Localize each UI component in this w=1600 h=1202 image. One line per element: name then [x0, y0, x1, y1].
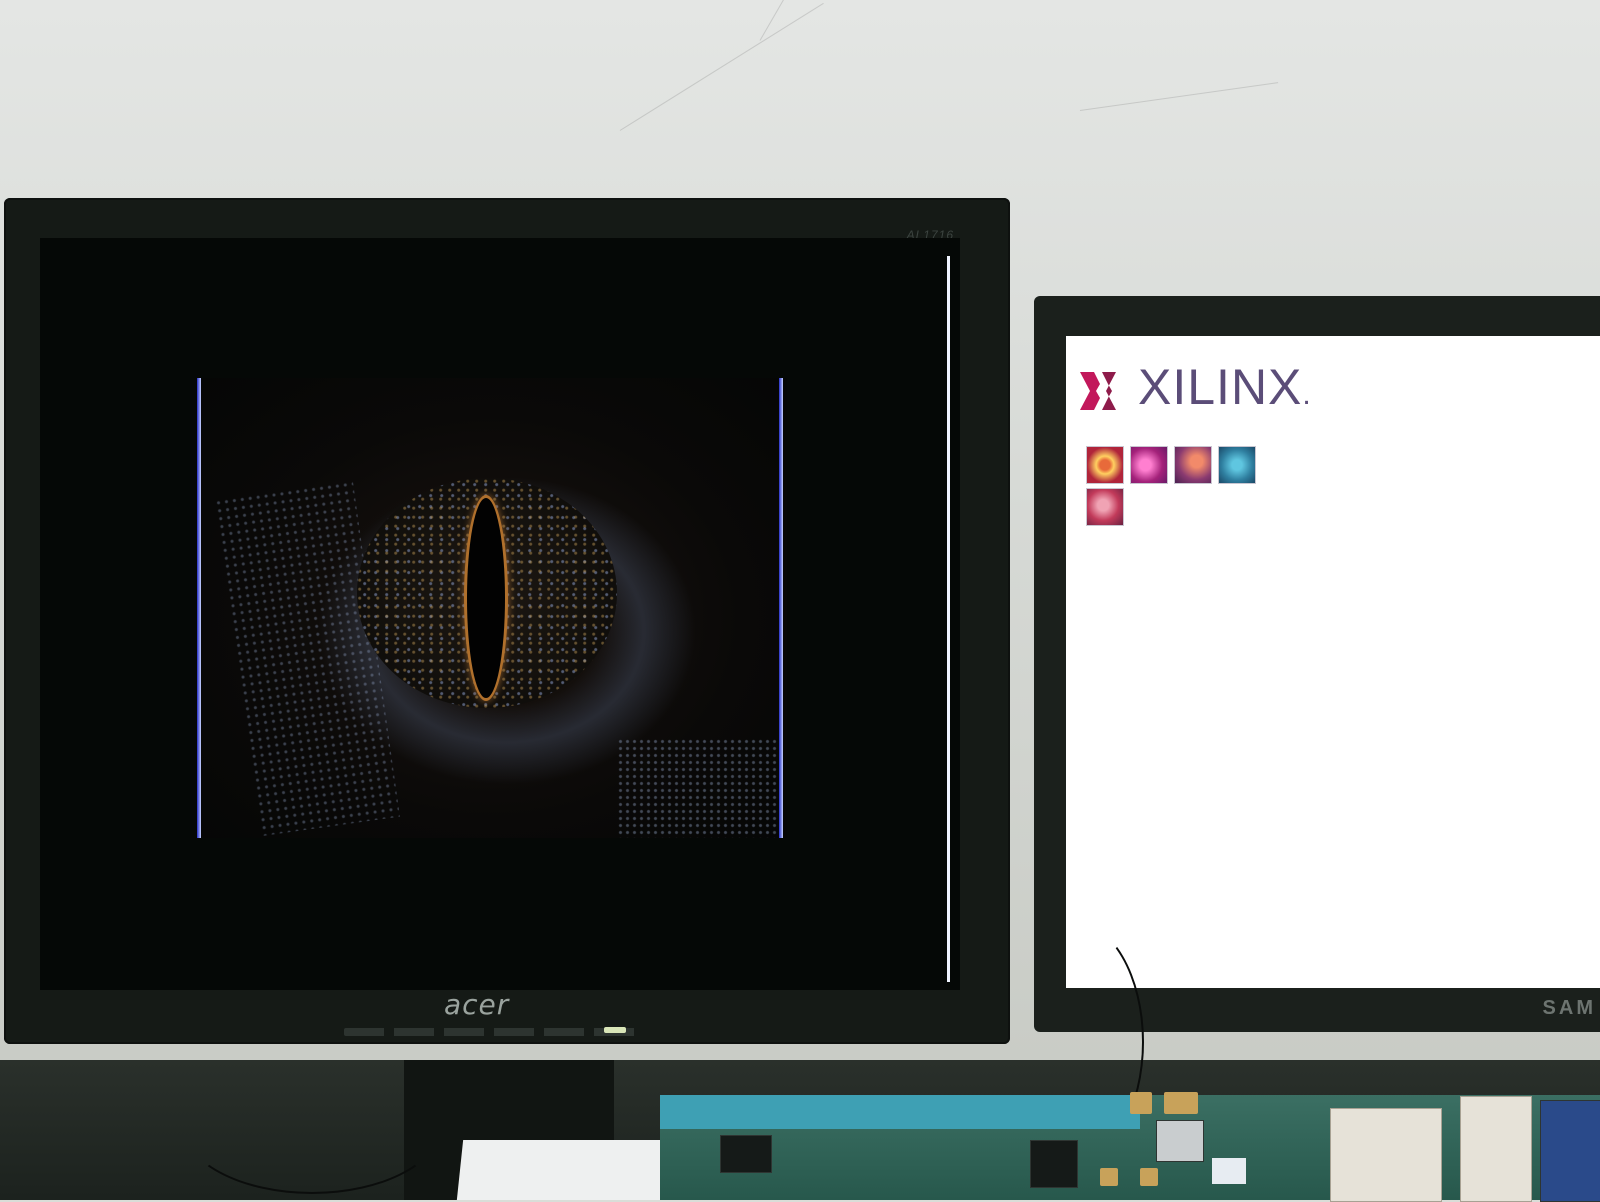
- wall-crack: [619, 2, 824, 131]
- video-connector[interactable]: [1460, 1096, 1532, 1202]
- power-led: [604, 1027, 626, 1033]
- left-monitor: AL1716 acer: [4, 198, 1010, 1044]
- thumbnail-texture[interactable]: [1218, 446, 1256, 484]
- xilinx-logo-text: XILINX.: [1138, 358, 1312, 416]
- screen-edge-line: [947, 256, 950, 982]
- frame-border-right: [779, 378, 783, 838]
- board-chip: [720, 1135, 772, 1173]
- board-component: [1130, 1092, 1152, 1114]
- right-monitor: XILINX. SAM: [1034, 296, 1600, 1032]
- xilinx-wordmark: XILINX: [1138, 359, 1303, 415]
- monitor-buttons[interactable]: [344, 1028, 644, 1036]
- board-component: [1140, 1168, 1158, 1186]
- eye-pupil: [467, 498, 505, 698]
- thumbnail-bird[interactable]: [1174, 446, 1212, 484]
- scales-texture: [617, 738, 777, 838]
- wall-crack: [759, 0, 821, 41]
- paper-box: [456, 1140, 674, 1200]
- acer-logo: acer: [444, 988, 510, 1021]
- wall-crack: [1079, 82, 1279, 111]
- thumbnail-eye[interactable]: [1086, 446, 1124, 484]
- blue-connector[interactable]: [1540, 1100, 1600, 1202]
- board-edge: [660, 1095, 1140, 1129]
- video-frame: [197, 378, 787, 838]
- xilinx-logo-icon: [1080, 372, 1116, 410]
- xilinx-dot: .: [1302, 378, 1312, 411]
- right-monitor-screen: XILINX.: [1066, 336, 1600, 988]
- thumbnail-portrait[interactable]: [1086, 488, 1124, 526]
- board-component: [1100, 1168, 1118, 1186]
- dvi-connector[interactable]: [1330, 1108, 1442, 1202]
- frame-border-left: [197, 378, 201, 838]
- board-component: [1164, 1092, 1198, 1114]
- board-sticker: [1212, 1158, 1246, 1184]
- left-monitor-screen: [40, 238, 960, 990]
- board-chip: [1156, 1120, 1204, 1162]
- board-chip: [1030, 1140, 1078, 1188]
- samsung-logo: SAM: [1542, 997, 1596, 1019]
- thumbnail-embryo[interactable]: [1130, 446, 1168, 484]
- cable: [180, 1050, 444, 1194]
